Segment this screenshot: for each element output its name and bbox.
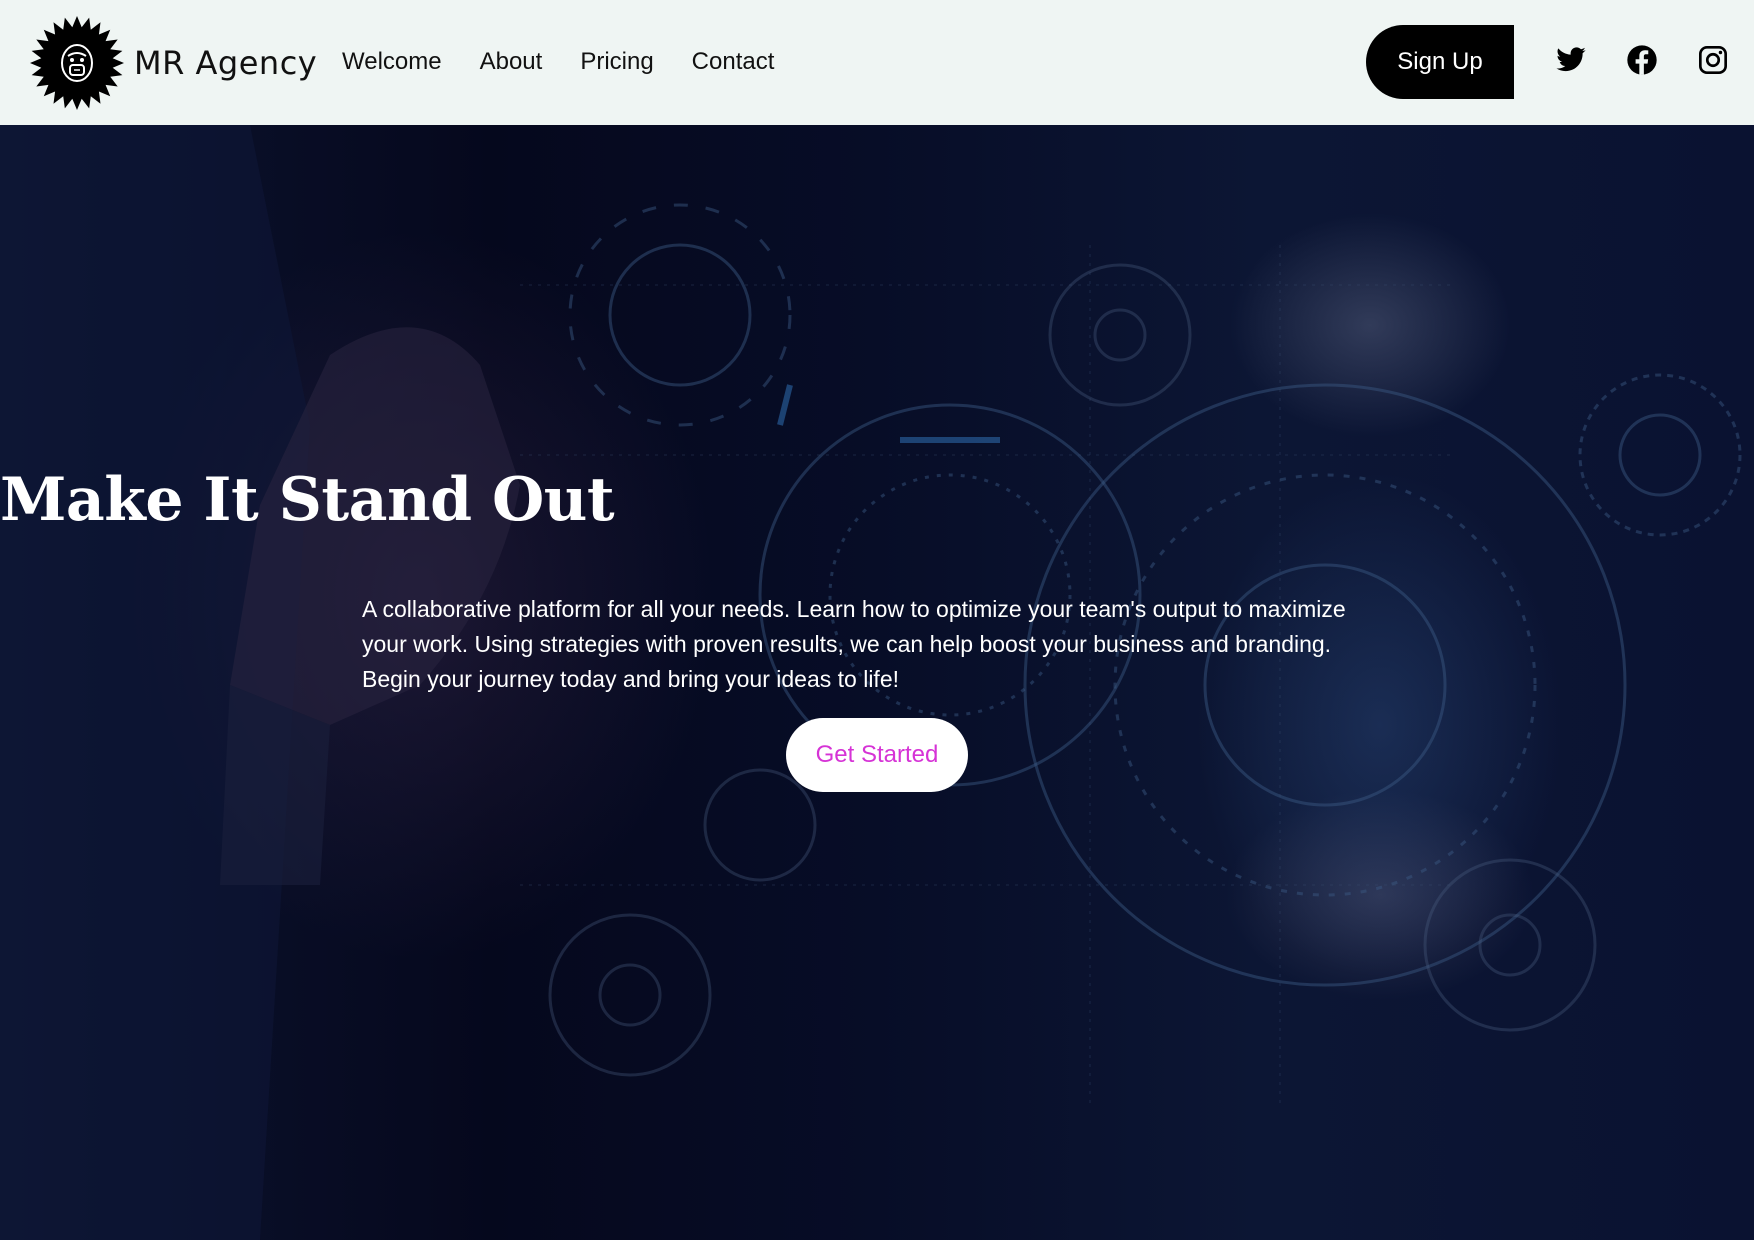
nav-item-contact[interactable]: Contact: [692, 46, 775, 78]
hero-description: A collaborative platform for all your ne…: [362, 596, 1346, 692]
sign-up-button[interactable]: Sign Up: [1366, 25, 1514, 99]
site-header: MR Agency Welcome About Pricing Contact …: [0, 0, 1754, 125]
main-nav: Welcome About Pricing Contact: [342, 46, 812, 78]
nav-item-pricing[interactable]: Pricing: [580, 46, 653, 78]
hero-section: Make It Stand Out A collaborative platfo…: [0, 125, 1754, 1240]
brand-link[interactable]: MR Agency: [30, 16, 317, 110]
instagram-icon[interactable]: [1697, 44, 1729, 76]
gorilla-badge-icon: [30, 16, 124, 110]
brand-name: MR Agency: [134, 44, 318, 82]
facebook-icon[interactable]: [1626, 44, 1658, 76]
nav-item-about[interactable]: About: [480, 46, 543, 78]
hero-title: Make It Stand Out: [0, 465, 615, 535]
twitter-icon[interactable]: [1555, 44, 1587, 76]
get-started-button[interactable]: Get Started: [786, 718, 968, 792]
nav-item-welcome[interactable]: Welcome: [342, 46, 442, 78]
